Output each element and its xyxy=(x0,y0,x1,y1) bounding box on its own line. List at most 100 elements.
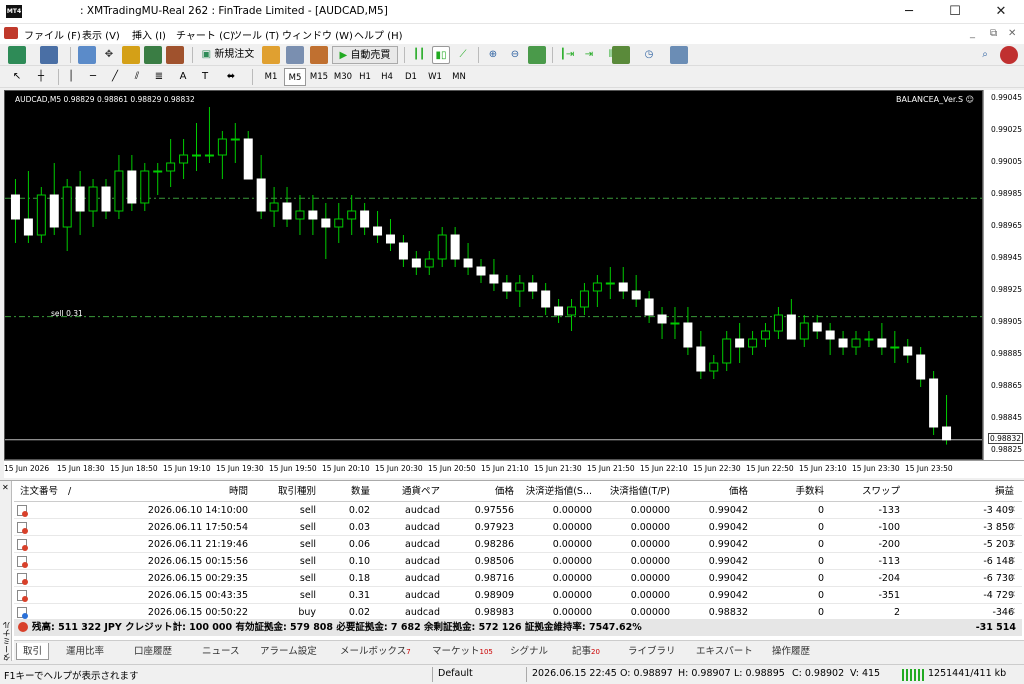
new-chart-icon[interactable] xyxy=(8,46,26,64)
line-chart-icon[interactable]: ⟋ xyxy=(454,46,472,64)
price-chart[interactable]: AUDCAD,M5 0.98829 0.98861 0.98829 0.9883… xyxy=(4,90,983,460)
order-row[interactable]: 2026.06.11 17:50:54 sell 0.03 audcad 0.97923… xyxy=(14,519,1022,536)
terminal-tab[interactable]: ライブラリ xyxy=(622,643,682,660)
autoscroll-icon[interactable]: ⇥ xyxy=(580,46,598,64)
timeframe-h1[interactable]: H1 xyxy=(354,68,376,86)
order-row[interactable]: 2026.06.15 00:29:35 sell 0.18 audcad 0.98716… xyxy=(14,570,1022,587)
terminal-tab[interactable]: 記事20 xyxy=(566,643,606,660)
zoom-in-icon[interactable]: ⊕ xyxy=(484,46,502,64)
terminal-tab[interactable]: 運用比率 xyxy=(60,643,110,660)
mdi-minimize-icon[interactable]: _ xyxy=(970,28,975,39)
column-header[interactable]: 価格 xyxy=(444,483,514,501)
timeframe-m5[interactable]: M5 xyxy=(284,68,306,86)
menu-chart[interactable]: チャート (C) xyxy=(176,27,234,42)
terminal-side-tab[interactable]: ターミナル ✕ xyxy=(0,481,12,661)
column-header[interactable]: / xyxy=(68,483,78,501)
mdi-close-icon[interactable]: ✕ xyxy=(1008,28,1016,39)
timeframe-w1[interactable]: W1 xyxy=(424,68,446,86)
column-header[interactable]: 決済指値(T/P) xyxy=(596,483,670,501)
chat-icon[interactable] xyxy=(1000,46,1018,64)
terminal-icon[interactable] xyxy=(144,46,162,64)
menu-view[interactable]: 表示 (V) xyxy=(82,27,120,42)
menu-window[interactable]: ウィンドウ (W) xyxy=(282,27,353,42)
timeframe-d1[interactable]: D1 xyxy=(400,68,422,86)
terminal-tab[interactable]: 取引 xyxy=(16,643,50,660)
metaeditor-icon[interactable] xyxy=(262,46,280,64)
status-open: O: 0.98897 xyxy=(620,668,673,679)
terminal-tab[interactable]: シグナル xyxy=(504,643,554,660)
trendline-icon[interactable]: ╱ xyxy=(106,68,124,86)
column-header[interactable]: スワップ xyxy=(828,483,900,501)
maximize-button[interactable]: ☐ xyxy=(932,0,978,24)
bar-chart-icon[interactable]: ┃┃ xyxy=(410,46,428,64)
terminal-tab[interactable]: メールボックス7 xyxy=(334,643,417,660)
menu-tools[interactable]: ツール (T) xyxy=(232,27,279,42)
terminal-tab[interactable]: アラーム設定 xyxy=(254,643,323,660)
terminal-tab[interactable]: 口座履歴 xyxy=(128,643,178,660)
fibonacci-icon[interactable]: ≣ xyxy=(150,68,168,86)
close-order-icon[interactable]: ✕ xyxy=(1008,570,1016,587)
timeframe-h4[interactable]: H4 xyxy=(376,68,398,86)
menu-insert[interactable]: 挿入 (I) xyxy=(132,27,166,42)
menu-file[interactable]: ファイル (F) xyxy=(24,27,81,42)
menu-help[interactable]: ヘルプ (H) xyxy=(354,27,403,42)
community-icon[interactable] xyxy=(286,46,304,64)
cursor-icon[interactable]: ↖ xyxy=(8,68,26,86)
chart-window-icon[interactable] xyxy=(4,27,18,39)
close-order-icon[interactable]: ✕ xyxy=(1008,502,1016,519)
close-order-icon[interactable]: ✕ xyxy=(1008,553,1016,570)
horizontal-line-icon[interactable]: ─ xyxy=(84,68,102,86)
tile-windows-icon[interactable] xyxy=(528,46,546,64)
periodicity-icon[interactable]: ◷ xyxy=(640,46,658,64)
column-header[interactable]: 時間 xyxy=(110,483,248,501)
column-header[interactable]: 手数料 xyxy=(752,483,824,501)
auto-trading-button[interactable]: ▶ 自動売買 xyxy=(332,46,398,64)
signals-icon[interactable] xyxy=(310,46,328,64)
column-header[interactable]: 数量 xyxy=(320,483,370,501)
column-header[interactable]: 取引種別 xyxy=(252,483,316,501)
templates-icon[interactable] xyxy=(670,46,688,64)
column-header[interactable]: 価格 xyxy=(674,483,748,501)
timeframe-m30[interactable]: M30 xyxy=(332,68,354,86)
terminal-tab[interactable]: マーケット105 xyxy=(426,643,499,660)
navigator-icon[interactable]: ✥ xyxy=(100,46,118,64)
indicators-icon[interactable] xyxy=(612,46,630,64)
status-profile[interactable]: Default xyxy=(438,668,473,679)
column-header[interactable]: 注文番号 xyxy=(20,483,60,501)
terminal-tab[interactable]: 操作履歴 xyxy=(766,643,816,660)
terminal-tab[interactable]: ニュース xyxy=(196,643,246,660)
arrows-icon[interactable]: ⬌ xyxy=(222,68,240,86)
close-button[interactable]: ✕ xyxy=(978,0,1024,24)
column-header[interactable]: 決済逆指値(S... xyxy=(518,483,592,501)
label-icon[interactable]: T xyxy=(196,68,214,86)
terminal-tab[interactable]: エキスパート xyxy=(690,643,759,660)
minimize-button[interactable]: ─ xyxy=(886,0,932,24)
mdi-restore-icon[interactable]: ⧉ xyxy=(990,28,997,39)
market-watch-icon[interactable] xyxy=(78,46,96,64)
order-row[interactable]: 2026.06.11 21:19:46 sell 0.06 audcad 0.98286… xyxy=(14,536,1022,553)
column-header[interactable]: 損益 xyxy=(904,483,1014,501)
column-header[interactable]: 通貨ペア xyxy=(374,483,440,501)
chart-shift-icon[interactable]: ┃⇥ xyxy=(558,46,576,64)
timeframe-mn[interactable]: MN xyxy=(448,68,470,86)
crosshair-icon[interactable]: ┼ xyxy=(32,68,50,86)
new-order-button[interactable]: ▣ 新規注文 xyxy=(198,46,258,64)
order-row[interactable]: 2026.06.15 00:15:56 sell 0.10 audcad 0.98506… xyxy=(14,553,1022,570)
terminal-close-icon[interactable]: ✕ xyxy=(2,483,9,492)
data-window-icon[interactable] xyxy=(122,46,140,64)
search-icon[interactable]: ⌕ xyxy=(976,46,994,64)
candlestick-icon[interactable]: ▮▯ xyxy=(432,46,450,64)
text-icon[interactable]: A xyxy=(174,68,192,86)
order-row[interactable]: 2026.06.15 00:43:35 sell 0.31 audcad 0.98909… xyxy=(14,587,1022,604)
timeframe-m1[interactable]: M1 xyxy=(260,68,282,86)
timeframe-m15[interactable]: M15 xyxy=(308,68,330,86)
close-order-icon[interactable]: ✕ xyxy=(1008,536,1016,553)
close-order-icon[interactable]: ✕ xyxy=(1008,519,1016,536)
zoom-out-icon[interactable]: ⊖ xyxy=(506,46,524,64)
close-order-icon[interactable]: ✕ xyxy=(1008,587,1016,604)
channel-icon[interactable]: ⫽ xyxy=(128,68,146,86)
order-row[interactable]: 2026.06.10 14:10:00 sell 0.02 audcad 0.97556… xyxy=(14,502,1022,519)
strategy-tester-icon[interactable] xyxy=(166,46,184,64)
vertical-line-icon[interactable]: │ xyxy=(62,68,80,86)
profiles-icon[interactable] xyxy=(40,46,58,64)
